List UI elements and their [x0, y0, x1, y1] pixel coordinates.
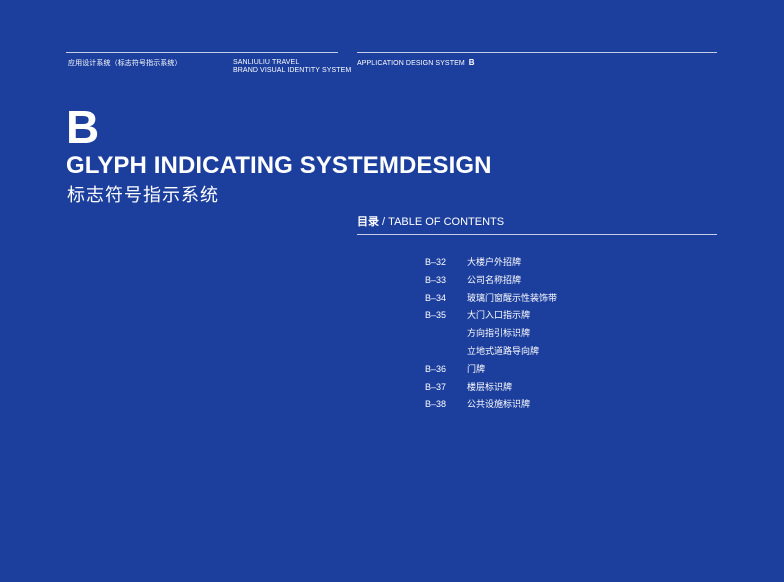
toc-item-code: B–36 [425, 363, 447, 374]
section-title-en: GLYPH INDICATING SYSTEMDESIGN [66, 152, 492, 179]
header-chapter-text: APPLICATION DESIGN SYSTEM [357, 60, 465, 67]
header-brand-label: SANLIULIU TRAVEL BRAND VISUAL IDENTITY S… [233, 59, 351, 75]
toc-item-code: B–34 [425, 292, 447, 303]
toc-item-title: 楼层标识牌 [467, 381, 513, 392]
toc-item-title: 方向指引标识牌 [467, 328, 531, 339]
section-letter: B [66, 101, 100, 153]
toc-item-title: 玻璃门窗醒示性装饰带 [467, 292, 558, 303]
header-brand-line2: BRAND VISUAL IDENTITY SYSTEM [233, 67, 352, 74]
toc-heading-separator: / [379, 216, 389, 228]
toc-item-code: B–37 [425, 381, 447, 392]
toc-item-title: 大楼户外招牌 [467, 257, 522, 267]
toc-item-code: B–38 [425, 399, 447, 410]
toc-item-title: 公共设施标识牌 [467, 399, 531, 410]
toc-heading: 目录 / TABLE OF CONTENTS [357, 215, 504, 229]
section-title-cn: 标志符号指示系统 [67, 185, 219, 205]
toc-item-title: 立地式道路导向牌 [467, 345, 540, 356]
header-rule-right [357, 52, 717, 53]
toc-item-title: 大门入口指示牌 [467, 310, 531, 321]
toc-rule [357, 234, 717, 235]
toc-heading-en: TABLE OF CONTENTS [388, 216, 505, 228]
header-section-label: 应用设计系统（标志符号指示系统） [68, 60, 182, 67]
toc-heading-cn: 目录 [357, 216, 379, 228]
toc-item-code: B–32 [425, 257, 447, 267]
toc-item-title: 门牌 [467, 363, 486, 374]
header-brand-line1: SANLIULIU TRAVEL [233, 59, 300, 66]
header-rule-left [66, 52, 338, 53]
toc-item-code: B–35 [425, 310, 447, 321]
toc-item-code: B–33 [425, 274, 447, 285]
header-chapter-letter: B [468, 58, 475, 67]
header-chapter-label: APPLICATION DESIGN SYSTEM B [357, 59, 475, 68]
toc-item-title: 公司名称招牌 [467, 274, 522, 285]
